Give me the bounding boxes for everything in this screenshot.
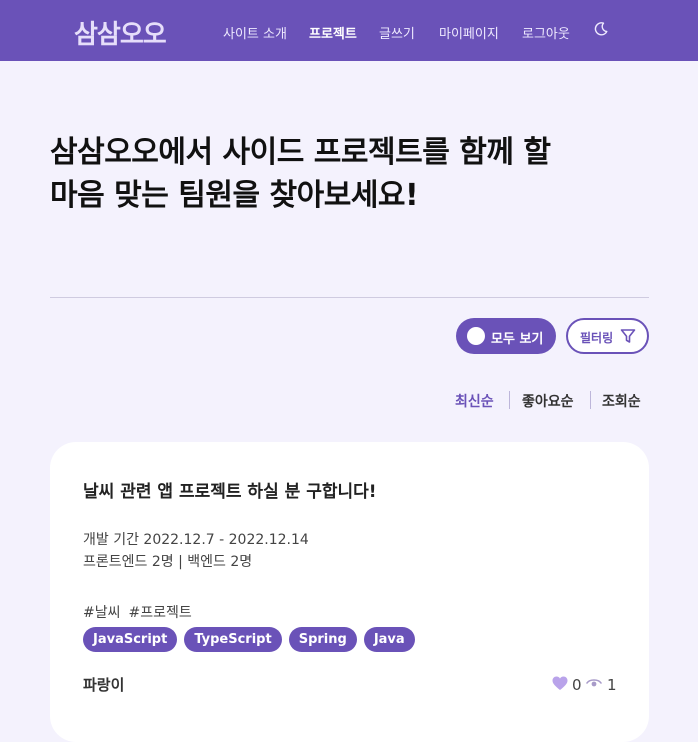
nav-item-logout[interactable]: 로그아웃 xyxy=(522,23,570,42)
recruit-info: 프론트엔드 2명 | 백엔드 2명 xyxy=(83,554,253,570)
moon-icon[interactable] xyxy=(593,21,609,37)
filter-label: 필터링 xyxy=(580,331,614,345)
dev-period: 개발 기간 2022.12.7 - 2022.12.14 xyxy=(83,532,309,548)
tech-badge: Spring xyxy=(288,627,357,652)
tech-badge: Java xyxy=(363,627,415,652)
page-headline: 삼삼오오에서 사이드 프로젝트를 함께 할 마음 맞는 팀원을 찾아보세요! xyxy=(50,131,650,217)
headline-line-1: 삼삼오오에서 사이드 프로젝트를 함께 할 xyxy=(50,135,551,170)
author-name: 파랑이 xyxy=(83,676,125,694)
like-count: 0 xyxy=(572,676,582,694)
show-all-toggle[interactable]: 모두 보기 xyxy=(456,318,556,354)
top-nav: 삼삼오오 사이트 소개 프로젝트 글쓰기 마이페이지 로그아웃 xyxy=(0,0,698,61)
site-logo[interactable]: 삼삼오오 xyxy=(74,14,167,51)
hashtag-list: #날씨 #프로젝트 xyxy=(83,602,200,622)
heart-icon[interactable] xyxy=(552,676,568,691)
toggle-knob xyxy=(467,327,485,345)
project-card[interactable]: 날씨 관련 앱 프로젝트 하실 분 구합니다! 개발 기간 2022.12.7 … xyxy=(50,442,649,742)
hashtag[interactable]: #날씨 xyxy=(83,605,121,621)
sort-views[interactable]: 조회순 xyxy=(602,391,641,411)
sort-latest[interactable]: 최신순 xyxy=(455,391,494,411)
tech-badge: JavaScript xyxy=(83,627,178,652)
eye-icon xyxy=(586,679,602,687)
sort-separator xyxy=(590,391,591,409)
sort-separator xyxy=(509,391,510,409)
toggle-label: 모두 보기 xyxy=(491,332,544,347)
nav-item-about[interactable]: 사이트 소개 xyxy=(223,23,287,42)
nav-item-write[interactable]: 글쓰기 xyxy=(379,23,415,42)
tech-badge: TypeScript xyxy=(184,627,282,652)
nav-item-projects[interactable]: 프로젝트 xyxy=(309,23,357,42)
divider xyxy=(50,297,649,298)
filter-icon xyxy=(620,329,636,343)
headline-line-2: 마음 맞는 팀원을 찾아보세요! xyxy=(50,178,419,213)
sort-likes[interactable]: 좋아요순 xyxy=(522,391,574,411)
view-count: 1 xyxy=(607,676,617,694)
filter-button[interactable]: 필터링 xyxy=(566,318,649,354)
hashtag[interactable]: #프로젝트 xyxy=(129,605,192,621)
nav-item-mypage[interactable]: 마이페이지 xyxy=(439,23,499,42)
card-title: 날씨 관련 앱 프로젝트 하실 분 구합니다! xyxy=(83,482,377,502)
tech-stack-list: JavaScript TypeScript Spring Java xyxy=(83,627,415,652)
